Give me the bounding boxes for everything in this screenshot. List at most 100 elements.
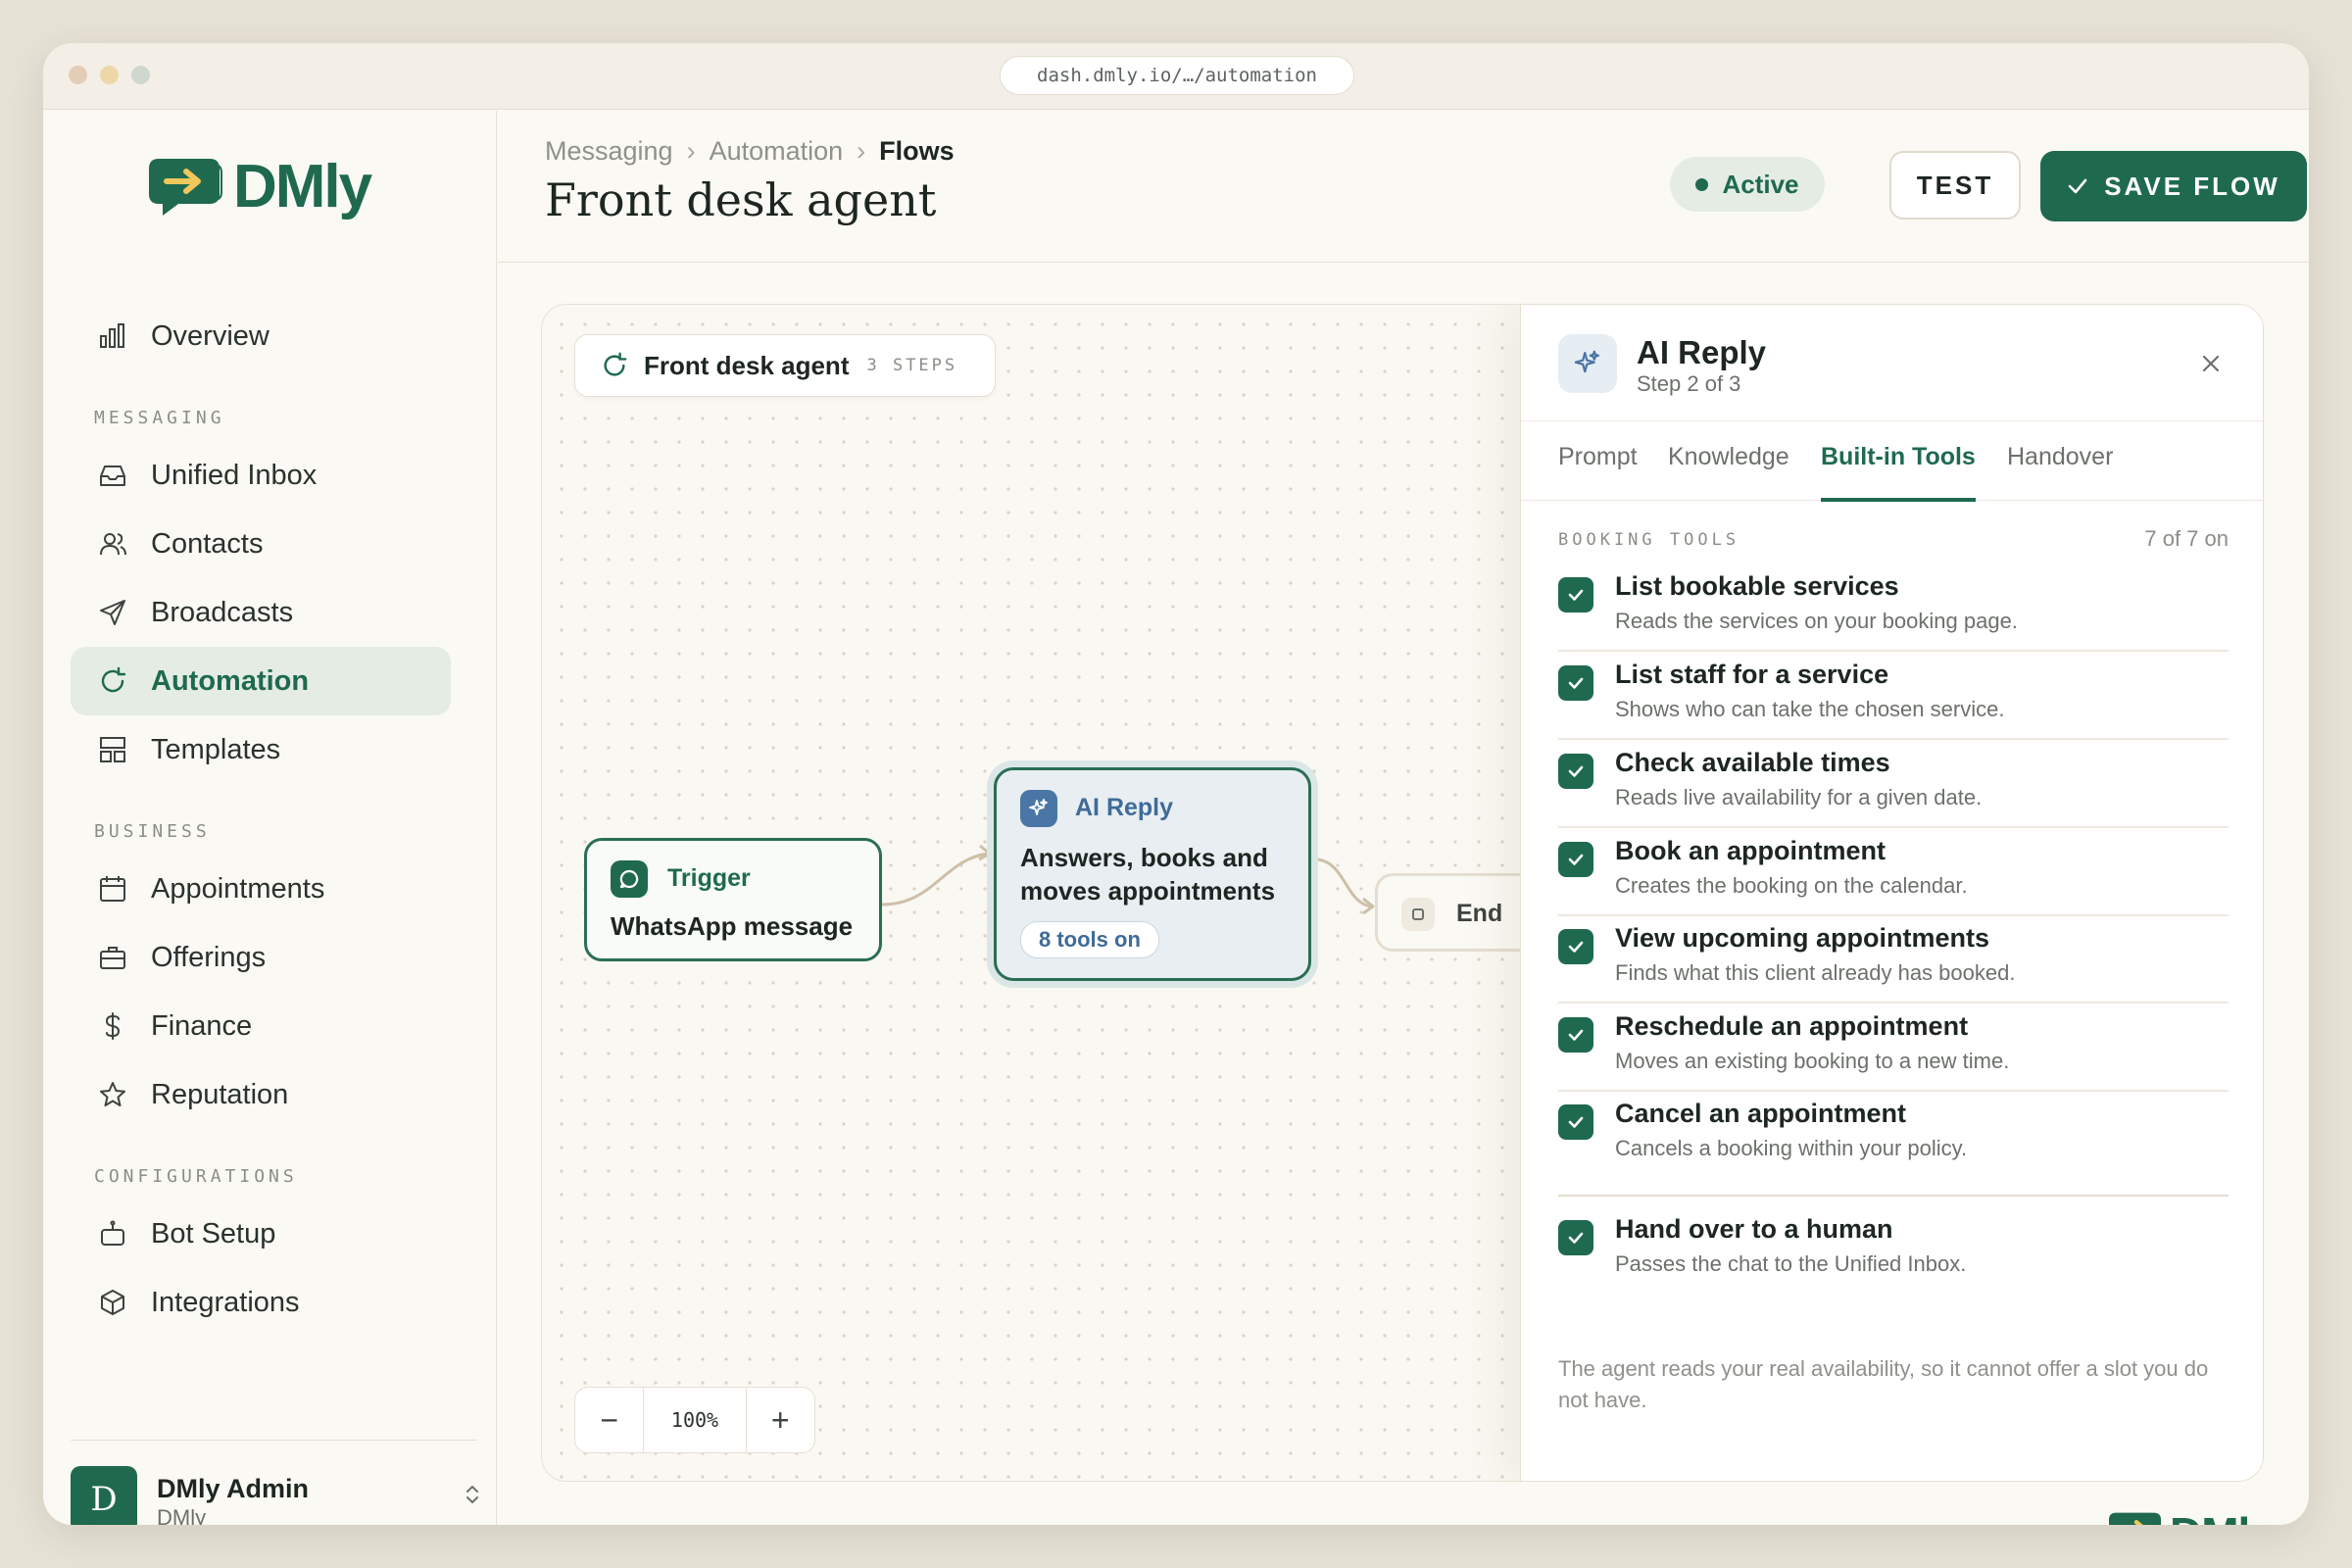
checkbox[interactable]	[1558, 842, 1593, 877]
breadcrumb-flows: Flows	[879, 136, 955, 166]
stop-icon	[1401, 898, 1435, 931]
close-icon[interactable]	[2193, 346, 2229, 381]
status-badge[interactable]: Active	[1670, 157, 1825, 212]
sidebar-item-broadcasts[interactable]: Broadcasts	[71, 578, 451, 647]
divider	[1558, 738, 2229, 740]
divider	[1558, 1002, 2229, 1004]
tab-built-in-tools[interactable]: Built-in Tools	[1821, 443, 1976, 502]
node-ai-reply[interactable]: AI Reply Answers, books and moves appoin…	[994, 767, 1311, 981]
sidebar-item-unified-inbox[interactable]: Unified Inbox	[71, 441, 451, 510]
brand-logo[interactable]: DMly	[149, 152, 372, 221]
sidebar-item-appointments[interactable]: Appointments	[71, 855, 451, 923]
sidebar-item-templates[interactable]: Templates	[71, 715, 451, 784]
divider	[1558, 1090, 2229, 1092]
checkbox[interactable]	[1558, 754, 1593, 789]
inbox-icon	[96, 459, 129, 492]
tool-name: Check available times	[1615, 748, 1890, 777]
zoom-out-button[interactable]: −	[575, 1388, 643, 1452]
sidebar-item-integrations[interactable]: Integrations	[71, 1268, 451, 1337]
page-header: Messaging › Automation › Flows Front des…	[498, 111, 2309, 263]
sidebar-item-label: Reputation	[151, 1078, 289, 1110]
section-label: BOOKING TOOLS	[1558, 530, 1740, 550]
status-label: Active	[1722, 169, 1799, 199]
send-icon	[96, 596, 129, 629]
sidebar-item-reputation[interactable]: Reputation	[71, 1060, 451, 1129]
tab-knowledge[interactable]: Knowledge	[1668, 443, 1789, 498]
user-org: DMly	[157, 1505, 207, 1525]
tool-name: Book an appointment	[1615, 836, 1886, 865]
node-title: End	[1456, 900, 1503, 927]
tool-description: Passes the chat to the Unified Inbox.	[1615, 1251, 1967, 1276]
browser-chrome: dash.dmly.io/…/automation	[43, 43, 2309, 110]
tool-name: List staff for a service	[1615, 660, 1889, 689]
divider	[1558, 914, 2229, 916]
panel-note: The agent reads your real availability, …	[1558, 1356, 2209, 1412]
tab-prompt[interactable]: Prompt	[1558, 443, 1638, 498]
sidebar-item-automation[interactable]: Automation	[71, 647, 451, 715]
watermark-logo: DMly	[2109, 1507, 2275, 1525]
check-icon	[1568, 1029, 1584, 1041]
tools-count: 7 of 7 on	[2144, 526, 2229, 551]
chat-logo-icon	[149, 158, 222, 216]
check-icon	[1568, 677, 1584, 689]
flow-canvas[interactable]: Front desk agent 3 STEPS Trigger WhatsAp…	[541, 304, 2264, 1482]
watermark-text: DMly	[2170, 1507, 2275, 1525]
checkbox[interactable]	[1558, 1017, 1593, 1053]
sidebar-item-contacts[interactable]: Contacts	[71, 510, 451, 578]
tool-description: Reads live availability for a given date…	[1615, 785, 1983, 809]
tools-on-badge: 8 tools on	[1020, 921, 1159, 958]
tool-description: Creates the booking on the calendar.	[1615, 873, 1968, 898]
sidebar-item-label: Offerings	[151, 941, 267, 973]
tool-name: List bookable services	[1615, 571, 1899, 601]
url-bar[interactable]: dash.dmly.io/…/automation	[1000, 56, 1354, 95]
checkbox[interactable]	[1558, 1220, 1593, 1255]
calendar-icon	[96, 872, 129, 906]
sidebar-item-overview[interactable]: Overview	[71, 302, 451, 370]
step-settings-panel: AI Reply Step 2 of 3 Prompt Knowledge Bu…	[1520, 305, 2263, 1481]
node-title: Answers, books and moves appointments	[1020, 843, 1276, 906]
tool-name: View upcoming appointments	[1615, 923, 1990, 953]
tool-name: Hand over to a human	[1615, 1214, 1893, 1244]
tab-handover[interactable]: Handover	[2007, 443, 2113, 498]
window-close-dot[interactable]	[69, 66, 87, 84]
tool-description: Shows who can take the chosen service.	[1615, 697, 2005, 721]
check-icon	[2067, 175, 2088, 197]
sidebar-item-bot-setup[interactable]: Bot Setup	[71, 1200, 451, 1268]
tool-description: Moves an existing booking to a new time.	[1615, 1049, 2010, 1073]
zoom-level: 100%	[643, 1388, 747, 1452]
save-flow-button[interactable]: SAVE FLOW	[2040, 151, 2307, 221]
dollar-icon	[96, 1009, 129, 1043]
checkbox[interactable]	[1558, 665, 1593, 701]
user-card[interactable]: D DMly Admin DMly	[71, 1440, 478, 1525]
section-label-business: BUSINESS	[94, 821, 211, 842]
checkbox[interactable]	[1558, 1104, 1593, 1140]
divider	[1558, 826, 2229, 828]
save-flow-label: SAVE FLOW	[2104, 171, 2280, 201]
sidebar-item-label: Unified Inbox	[151, 459, 318, 491]
page-title: Front desk agent	[545, 173, 937, 226]
sidebar-item-label: Broadcasts	[151, 596, 294, 628]
window-maximize-dot[interactable]	[131, 66, 150, 84]
node-trigger[interactable]: Trigger WhatsApp message	[584, 838, 882, 961]
chevron-up-down-icon[interactable]	[465, 1484, 480, 1510]
test-button[interactable]: TEST	[1889, 151, 2021, 220]
node-end[interactable]: End	[1375, 873, 1538, 952]
sidebar-item-offerings[interactable]: Offerings	[71, 923, 451, 992]
breadcrumb-messaging[interactable]: Messaging	[545, 136, 673, 167]
breadcrumb-automation[interactable]: Automation	[710, 136, 844, 167]
status-dot-icon	[1695, 177, 1709, 191]
sidebar-item-finance[interactable]: Finance	[71, 992, 451, 1060]
zoom-in-button[interactable]: +	[747, 1388, 814, 1452]
checkbox[interactable]	[1558, 929, 1593, 964]
window-minimize-dot[interactable]	[100, 66, 119, 84]
sidebar-item-label: Overview	[151, 319, 270, 352]
panel-subtitle: Step 2 of 3	[1637, 371, 1741, 396]
users-icon	[96, 527, 129, 561]
app-window: dash.dmly.io/…/automation DMly Overview …	[43, 43, 2309, 1525]
sidebar-item-label: Appointments	[151, 872, 325, 905]
check-icon	[1568, 589, 1584, 601]
tool-name: Cancel an appointment	[1615, 1099, 1907, 1128]
checkbox[interactable]	[1558, 577, 1593, 612]
panel-tabs: Prompt Knowledge Built-in Tools Handover	[1521, 420, 2263, 502]
breadcrumb-separator: ›	[686, 136, 696, 166]
